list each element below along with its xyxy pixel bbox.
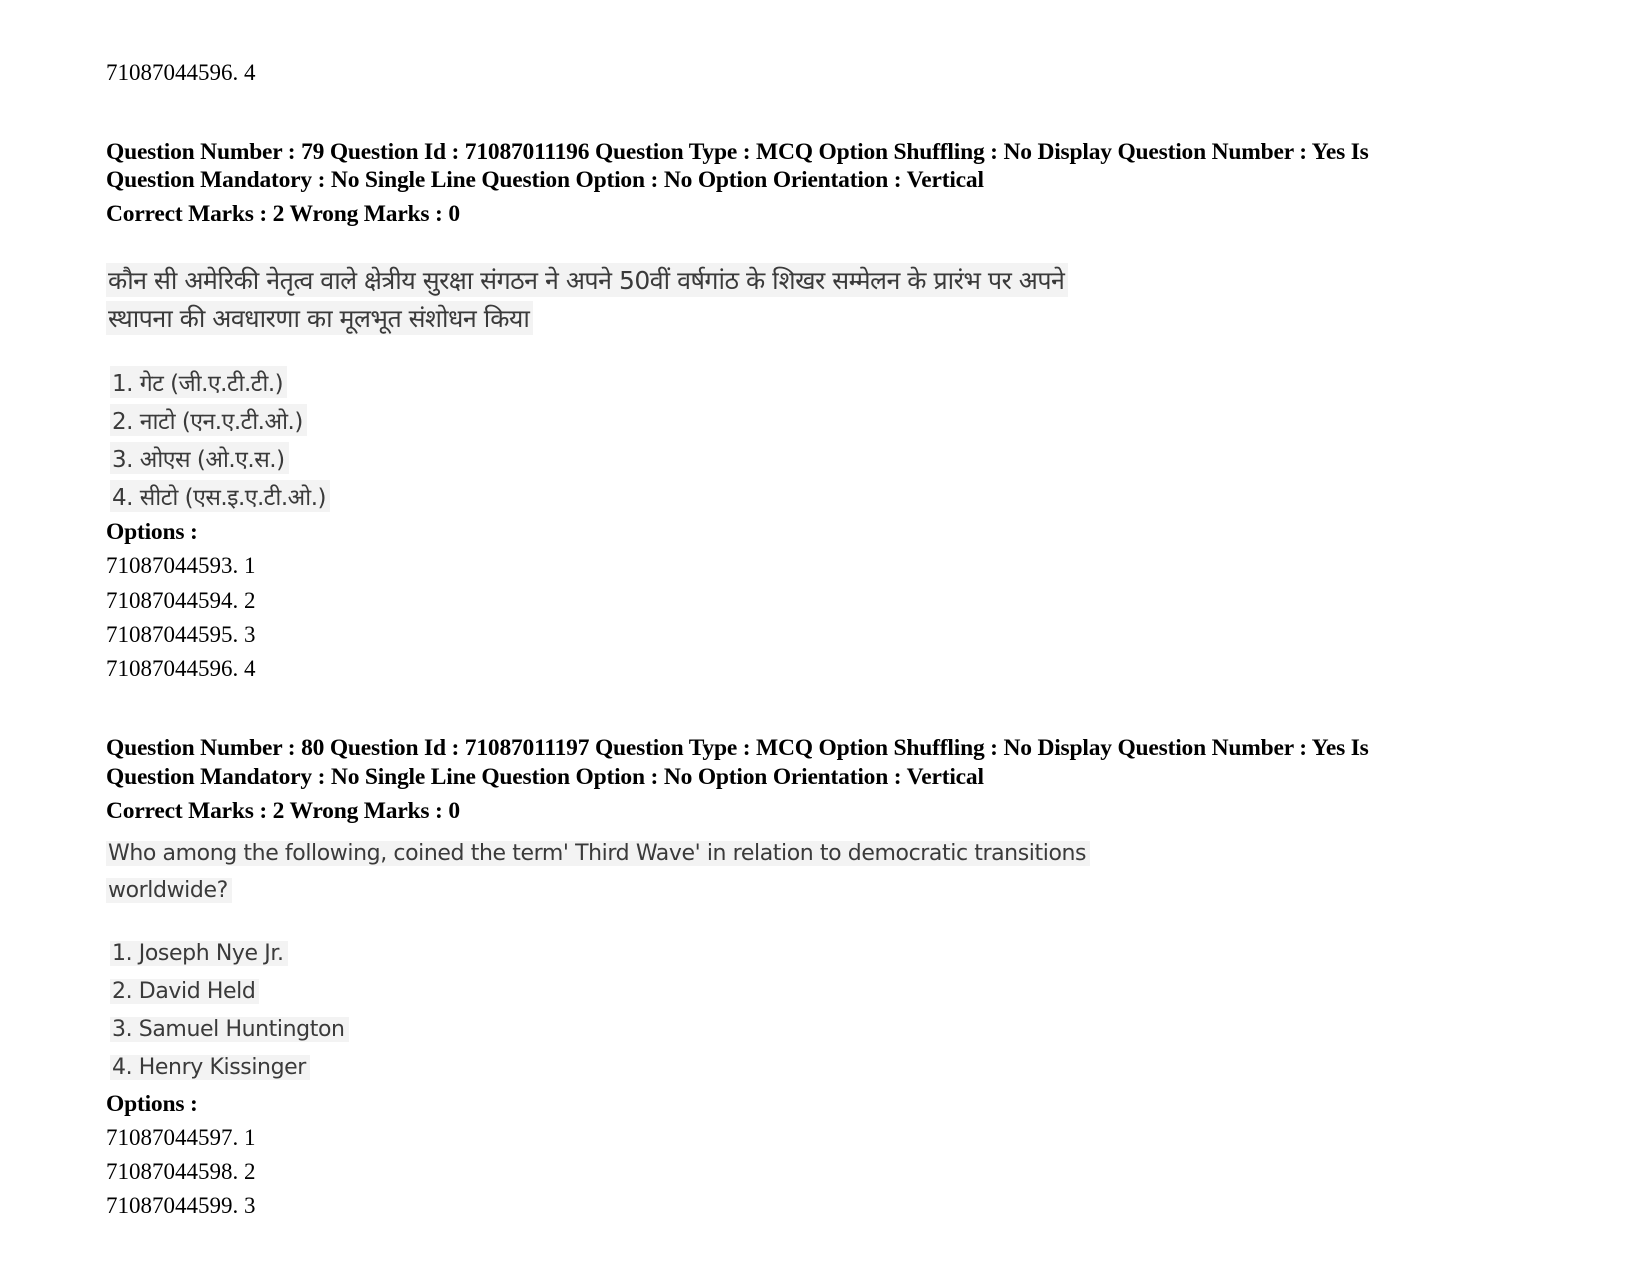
question-text-line2: worldwide?	[106, 878, 232, 903]
option-id: 71087044593. 1	[106, 553, 256, 578]
choice-3: 3. ओएस (ओ.ए.स.)	[110, 442, 289, 474]
question-text-line1: कौन सी अमेरिकी नेतृत्व वाले क्षेत्रीय सु…	[106, 263, 1069, 297]
question-header-line2: Question Mandatory : No Single Line Ques…	[106, 167, 984, 193]
choice-1: 1. Joseph Nye Jr.	[110, 941, 288, 966]
option-id: 71087044599. 3	[106, 1193, 256, 1218]
choice-4: 4. सीटो (एस.इ.ए.टी.ओ.)	[110, 480, 330, 512]
choice-2: 2. नाटो (एन.ए.टी.ओ.)	[110, 404, 307, 436]
choice-1: 1. गेट (जी.ए.टी.टी.)	[110, 366, 288, 398]
prev-option-id: 71087044596. 4	[106, 60, 256, 85]
question-header-line2: Question Mandatory : No Single Line Ques…	[106, 764, 984, 790]
question-header-line1: Question Number : 79 Question Id : 71087…	[106, 139, 1369, 165]
question-text-line1: Who among the following, coined the term…	[106, 841, 1091, 866]
options-label: Options :	[106, 519, 198, 545]
option-id: 71087044597. 1	[106, 1125, 256, 1150]
question-marks: Correct Marks : 2 Wrong Marks : 0	[106, 798, 460, 824]
option-id: 71087044595. 3	[106, 622, 256, 647]
choice-3: 3. Samuel Huntington	[110, 1017, 349, 1042]
question-text-line2: स्थापना की अवधारणा का मूलभूत संशोधन किया	[106, 301, 534, 335]
option-id: 71087044596. 4	[106, 656, 256, 681]
option-id: 71087044598. 2	[106, 1159, 256, 1184]
choice-2: 2. David Held	[110, 979, 260, 1004]
options-label: Options :	[106, 1091, 198, 1117]
choice-4: 4. Henry Kissinger	[110, 1055, 310, 1080]
option-id: 71087044594. 2	[106, 588, 256, 613]
question-marks: Correct Marks : 2 Wrong Marks : 0	[106, 201, 460, 227]
question-header-line1: Question Number : 80 Question Id : 71087…	[106, 735, 1369, 761]
